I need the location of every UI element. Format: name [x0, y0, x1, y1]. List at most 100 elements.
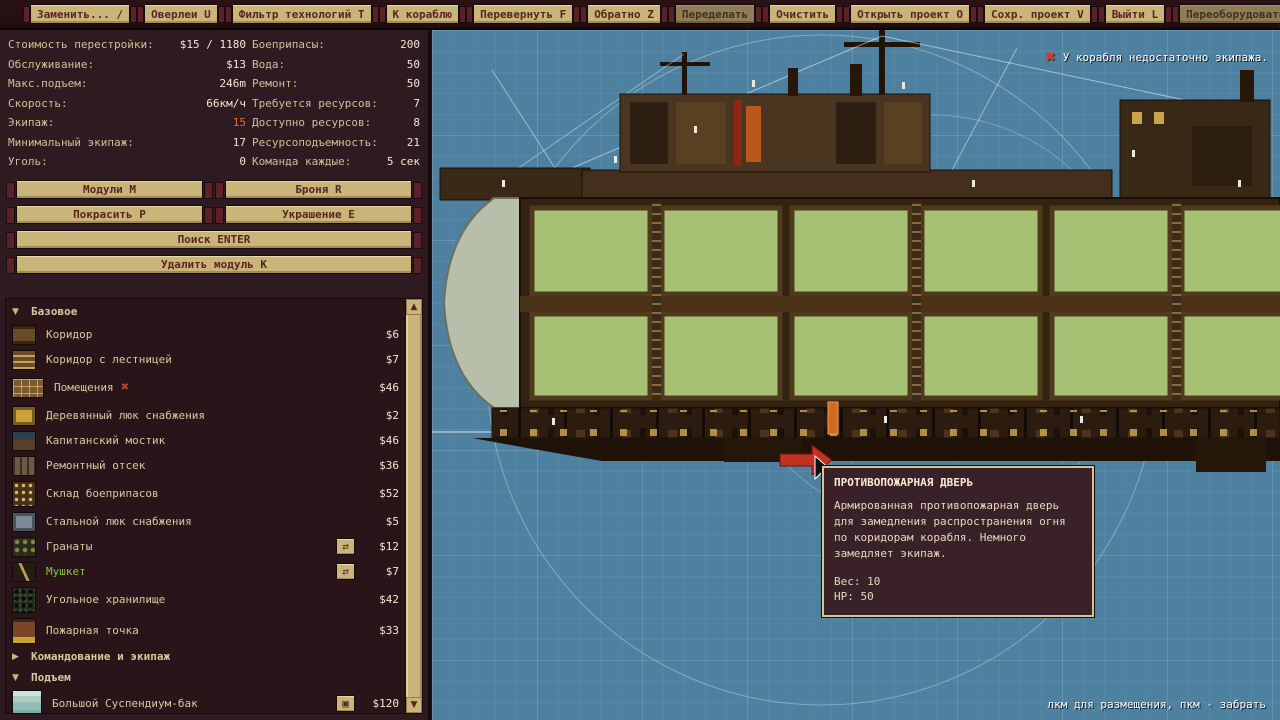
modules-tab-button[interactable]: Модули M: [16, 180, 203, 199]
category-command-crew[interactable]: ▶ Командование и экипаж: [12, 646, 399, 667]
module-name: Склад боеприпасов: [46, 487, 159, 500]
scroll-up-icon[interactable]: ▲: [406, 299, 422, 315]
list-item-bridge[interactable]: Капитанский мостик $46: [12, 428, 399, 453]
stat-label: Обслуживание:: [8, 58, 94, 71]
module-price: $46: [365, 381, 399, 394]
editor-sidebar: Стоимость перестройки: $15 / 1180 Обслужи…: [0, 30, 430, 720]
list-item-steel-hatch[interactable]: Стальной люк снабжения $5: [12, 509, 399, 534]
stat-label: Ресурсоподъемность:: [252, 136, 378, 149]
scrollbar-track[interactable]: [406, 315, 422, 697]
stat-value: 66км/ч: [206, 97, 246, 110]
stat-label: Скорость:: [8, 97, 68, 110]
stat-label: Стоимость перестройки:: [8, 38, 154, 51]
stat-max-lift: Макс.подъем:246m: [8, 74, 246, 94]
stat-coal: Уголь:0: [8, 152, 246, 172]
stat-crew: Экипаж:15: [8, 113, 246, 133]
list-item-musket[interactable]: Мушкет ⇄ $7: [12, 559, 399, 584]
list-item-ammo-store[interactable]: Склад боеприпасов $52: [12, 478, 399, 509]
module-price: $2: [365, 409, 399, 422]
module-name: Деревянный люк снабжения: [46, 409, 205, 422]
panel-buttons: Модули M Броня R Покрасить P Украшение E…: [0, 174, 428, 274]
delete-module-button[interactable]: Удалить модуль K: [16, 255, 412, 274]
category-label: Базовое: [31, 305, 77, 318]
stat-value: 246m: [220, 77, 247, 90]
clear-button[interactable]: Очистить: [769, 4, 836, 24]
unavailable-icon: ✖: [121, 382, 129, 393]
list-item-corridor[interactable]: Коридор $6: [12, 322, 399, 347]
swap-ammo-button[interactable]: ⇄: [336, 538, 355, 555]
flip-button[interactable]: Перевернуть F: [473, 4, 573, 24]
scroll-down-icon[interactable]: ▼: [406, 697, 422, 713]
stat-value: 50: [407, 58, 420, 71]
undo-button[interactable]: Обратно Z: [587, 4, 661, 24]
decal-tab-button[interactable]: Украшение E: [225, 205, 412, 224]
bridge-icon: [12, 431, 36, 451]
list-item-suspendium-tank[interactable]: Большой Суспендиум-бак ▣ $120: [12, 688, 399, 713]
stat-label: Боеприпасы:: [252, 38, 325, 51]
category-basic[interactable]: ▼ Базовое: [12, 301, 399, 322]
list-item-corridor-ladder[interactable]: Коридор с лестницей $7: [12, 347, 399, 372]
stat-value: $15 / 1180: [180, 38, 246, 51]
category-lift[interactable]: ▼ Подъем: [12, 667, 399, 688]
tech-filter-button[interactable]: Фильтр технологий T: [232, 4, 372, 24]
stat-water: Вода:50: [252, 55, 420, 75]
coal-store-icon: [12, 587, 36, 613]
stat-command-interval: Команда каждые:5 сек: [252, 152, 420, 172]
stat-value: 50: [407, 77, 420, 90]
module-name: Помещения: [54, 381, 114, 394]
replace-button[interactable]: Заменить... /: [30, 4, 130, 24]
armor-tab-button[interactable]: Броня R: [225, 180, 412, 199]
stat-label: Уголь:: [8, 155, 48, 168]
list-item-grenades[interactable]: Гранаты ⇄ $12: [12, 534, 399, 559]
module-name: Капитанский мостик: [46, 434, 165, 447]
stat-repair: Ремонт: 50: [252, 74, 420, 94]
stat-value-shortage: 15: [233, 116, 246, 129]
stat-value: 17: [233, 136, 246, 149]
refit-button[interactable]: Переоборудовать: [1179, 4, 1280, 24]
wooden-hatch-icon: [12, 406, 36, 426]
suspendium-tank-icon: [12, 690, 42, 714]
stat-label: Ремонт:: [252, 77, 298, 90]
stat-label: Требуется ресурсов:: [252, 97, 378, 110]
swap-ammo-button[interactable]: ⇄: [336, 563, 355, 580]
redo-button[interactable]: Переделать: [675, 4, 755, 24]
stat-speed: Скорость: 66км/ч: [8, 94, 246, 114]
module-price: $46: [365, 434, 399, 447]
stat-value: 200: [400, 38, 420, 51]
module-name: Угольное хранилище: [46, 593, 165, 606]
list-item-fire-post[interactable]: Пожарная точка $33: [12, 615, 399, 646]
paint-tab-button[interactable]: Покрасить P: [16, 205, 203, 224]
module-list: ▼ Базовое Коридор $6 Коридор с лестницей…: [5, 298, 423, 714]
resize-button[interactable]: ▣: [336, 695, 355, 712]
repair-bay-icon: [12, 456, 36, 476]
to-ship-button[interactable]: К кораблю: [386, 4, 460, 24]
stat-label: Команда каждые:: [252, 155, 351, 168]
ship-stats: Стоимость перестройки: $15 / 1180 Обслужи…: [0, 30, 428, 174]
module-price: $7: [365, 353, 399, 366]
list-item-quarters[interactable]: Помещения ✖ $46: [12, 372, 399, 403]
corridor-ladder-icon: [12, 350, 36, 370]
exit-button[interactable]: Выйти L: [1105, 4, 1165, 24]
module-price: $36: [365, 459, 399, 472]
fire-post-icon: [12, 618, 36, 644]
list-item-coal-store[interactable]: Угольное хранилище $42: [12, 584, 399, 615]
toolbar: Заменить... / Оверлеи U Фильтр технологи…: [0, 0, 1280, 30]
stat-value: 21: [407, 136, 420, 149]
save-project-button[interactable]: Сохр. проект V: [984, 4, 1091, 24]
module-list-scrollbar[interactable]: ▲ ▼: [405, 299, 422, 713]
chevron-right-icon: ▶: [12, 652, 22, 662]
list-item-wooden-hatch[interactable]: Деревянный люк снабжения $2: [12, 403, 399, 428]
chevron-down-icon: ▼: [12, 307, 22, 317]
overlays-button[interactable]: Оверлеи U: [144, 4, 218, 24]
stat-value: 7: [413, 97, 420, 110]
tooltip-title: ПРОТИВОПОЖАРНАЯ ДВЕРЬ: [834, 476, 1082, 489]
open-project-button[interactable]: Открыть проект O: [850, 4, 970, 24]
list-item-repair-bay[interactable]: Ремонтный отсек $36: [12, 453, 399, 478]
stat-label: Минимальный экипаж:: [8, 136, 134, 149]
module-name: Большой Суспендиум-бак: [52, 697, 198, 710]
search-button[interactable]: Поиск ENTER: [16, 230, 412, 249]
corridor-icon: [12, 325, 36, 345]
module-price: $6: [365, 328, 399, 341]
stat-resource-capacity: Ресурсоподъемность: 21: [252, 133, 420, 153]
warning-text: У корабля недостаточно экипажа.: [1063, 51, 1268, 64]
